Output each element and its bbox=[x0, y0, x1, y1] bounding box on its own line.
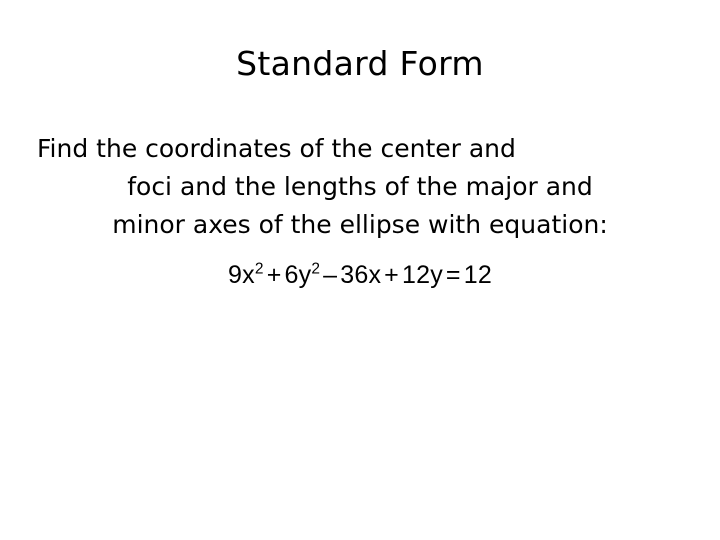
equation-operator-equals: = bbox=[445, 261, 461, 289]
equation-operator-plus-2: + bbox=[384, 261, 399, 289]
equation-term-4: 12y bbox=[401, 261, 443, 289]
page-title: Standard Form bbox=[236, 44, 484, 83]
body-text-line: Find the coordinates of the center and bbox=[37, 134, 516, 163]
equation-term-2-exponent: 2 bbox=[311, 260, 321, 278]
body-text-block: Find the coordinates of the center and f… bbox=[30, 130, 690, 244]
equation-term-1-coefficient: 9x bbox=[228, 261, 255, 289]
equation-term-1-exponent: 2 bbox=[254, 260, 264, 278]
equation-right-side: 12 bbox=[463, 261, 492, 289]
body-text-line: foci and the lengths of the major and bbox=[127, 172, 593, 201]
equation-operator-plus-1: + bbox=[266, 261, 282, 289]
slide-canvas: Standard Form Find the coordinates of th… bbox=[0, 0, 720, 540]
equation-term-2-coefficient: 6y bbox=[284, 261, 312, 289]
equation-operator-minus: – bbox=[323, 261, 338, 289]
equation-term-1: 9x2 bbox=[228, 261, 264, 289]
equation-term-2: 6y2 bbox=[285, 261, 321, 289]
equation-text: 9x2 +6y2–36x +12y = 12 bbox=[0, 258, 720, 292]
equation-term-3: 36x bbox=[340, 261, 382, 289]
body-text-line: minor axes of the ellipse with equation: bbox=[112, 210, 608, 239]
